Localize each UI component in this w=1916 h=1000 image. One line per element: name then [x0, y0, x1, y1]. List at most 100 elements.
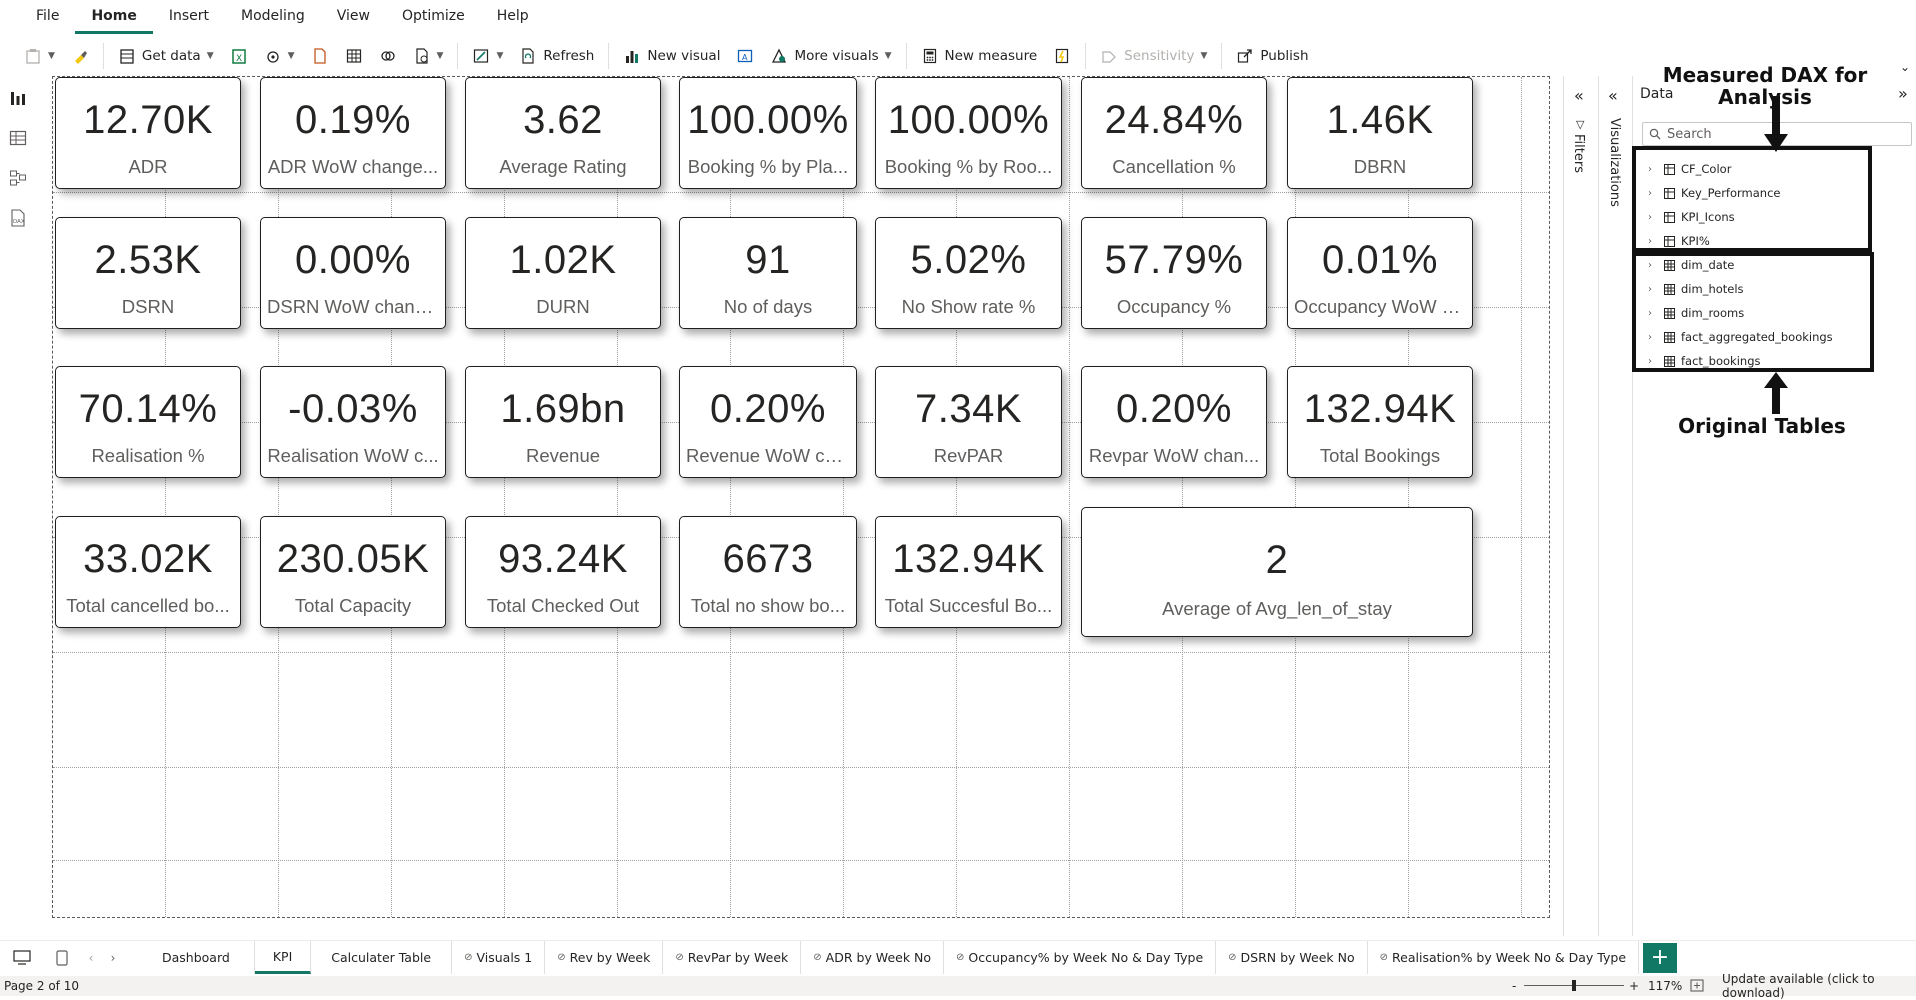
new-visual-button[interactable]: New visual — [615, 41, 728, 71]
card-value: 70.14% — [56, 387, 240, 432]
transform-data-button[interactable]: ▼ — [464, 41, 511, 71]
kpi-card-total-bookings[interactable]: 132.94KTotal Bookings — [1287, 366, 1473, 478]
menu-file[interactable]: File — [20, 0, 75, 34]
prev-page-icon[interactable]: ‹ — [80, 951, 102, 965]
kpi-card-realisation[interactable]: 70.14%Realisation % — [55, 366, 241, 478]
card-label: Total no show bo... — [686, 595, 850, 617]
add-page-button[interactable]: + — [1643, 943, 1677, 973]
tab-visuals-1[interactable]: ⊘Visuals 1 — [452, 941, 545, 974]
more-visuals-button[interactable]: More visuals ▼ — [762, 41, 899, 71]
filter-icon: ▽ — [1576, 118, 1584, 131]
kpi-card-total-no-show[interactable]: 6673Total no show bo... — [679, 516, 857, 628]
menu-help[interactable]: Help — [481, 0, 545, 34]
kpi-card-no-of-days[interactable]: 91No of days — [679, 217, 857, 329]
table-view-button[interactable] — [0, 118, 36, 158]
kpi-card-adr[interactable]: 12.70KADR — [55, 77, 241, 189]
dax-query-view-button[interactable]: DAX — [0, 198, 36, 238]
menu-modeling[interactable]: Modeling — [225, 0, 321, 34]
visualizations-pane[interactable]: « Visualizations — [1602, 80, 1630, 240]
card-value: 100.00% — [680, 98, 856, 143]
onelake-button[interactable]: ▼ — [256, 41, 303, 71]
card-value: 100.00% — [876, 98, 1061, 143]
zoom-in-button[interactable]: + — [1629, 979, 1639, 993]
grid-line — [391, 77, 392, 917]
dataverse-button[interactable] — [371, 41, 405, 71]
kpi-card-avg-len-of-stay[interactable]: 2Average of Avg_len_of_stay — [1081, 507, 1473, 637]
kpi-card-dsrn-wow[interactable]: 0.00%DSRN WoW chang... — [260, 217, 446, 329]
report-view-button[interactable] — [0, 78, 36, 118]
next-page-icon[interactable]: › — [102, 951, 124, 965]
kpi-card-dbrn[interactable]: 1.46KDBRN — [1287, 77, 1473, 189]
kpi-card-revpar[interactable]: 7.34KRevPAR — [875, 366, 1062, 478]
kpi-card-durn[interactable]: 1.02KDURN — [465, 217, 661, 329]
tab-rev-by-week[interactable]: ⊘Rev by Week — [545, 941, 663, 974]
kpi-card-booking-by-room[interactable]: 100.00%Booking % by Roo... — [875, 77, 1062, 189]
kpi-card-occupancy[interactable]: 57.79%Occupancy % — [1081, 217, 1267, 329]
model-view-button[interactable] — [0, 158, 36, 198]
search-placeholder: Search — [1667, 127, 1712, 142]
kpi-card-average-rating[interactable]: 3.62Average Rating — [465, 77, 661, 189]
ribbon-collapse-chevron-icon[interactable]: ⌄ — [1900, 60, 1910, 74]
kpi-card-occupancy-wow[interactable]: 0.01%Occupancy WoW c... — [1287, 217, 1473, 329]
more-visuals-label: More visuals — [794, 48, 878, 64]
tab-dashboard[interactable]: Dashboard — [138, 941, 255, 974]
quick-measure-button[interactable] — [1045, 41, 1079, 71]
tab-dsrn-by-week-no[interactable]: ⊘DSRN by Week No — [1216, 941, 1367, 974]
kpi-card-dsrn[interactable]: 2.53KDSRN — [55, 217, 241, 329]
kpi-card-booking-by-platform[interactable]: 100.00%Booking % by Pla... — [679, 77, 857, 189]
zoom-slider-thumb[interactable] — [1572, 980, 1576, 991]
report-canvas[interactable]: 12.70KADR 0.19%ADR WoW change... 3.62Ave… — [52, 76, 1550, 918]
mobile-layout-button[interactable] — [44, 950, 80, 966]
desktop-layout-button[interactable] — [0, 950, 44, 966]
chevron-down-icon: ▼ — [207, 51, 214, 61]
kpi-card-adr-wow[interactable]: 0.19%ADR WoW change... — [260, 77, 446, 189]
text-box-icon: A — [736, 47, 754, 65]
card-label: Total Capacity — [267, 595, 439, 617]
grid-line — [1182, 77, 1183, 917]
kpi-card-total-cancelled[interactable]: 33.02KTotal cancelled bo... — [55, 516, 241, 628]
kpi-card-revenue-wow[interactable]: 0.20%Revenue WoW ch... — [679, 366, 857, 478]
new-measure-button[interactable]: New measure — [913, 41, 1046, 71]
filters-pane[interactable]: « ▽ Filters — [1566, 80, 1594, 200]
tab-label: Visuals 1 — [476, 950, 532, 965]
sql-button[interactable] — [303, 41, 337, 71]
kpi-card-revpar-wow[interactable]: 0.20%Revpar WoW chan... — [1081, 366, 1267, 478]
text-box-button[interactable]: A — [728, 41, 762, 71]
tab-label: Dashboard — [162, 950, 230, 965]
card-label: Average Rating — [472, 156, 654, 178]
publish-button[interactable]: Publish — [1228, 41, 1316, 71]
paste-button[interactable]: ▼ — [16, 41, 63, 71]
menu-insert[interactable]: Insert — [153, 0, 225, 34]
recent-sources-button[interactable]: ▼ — [405, 41, 452, 71]
kpi-card-realisation-wow[interactable]: -0.03%Realisation WoW c... — [260, 366, 446, 478]
menu-home[interactable]: Home — [75, 0, 152, 34]
collapse-visualizations-icon[interactable]: « — [1608, 86, 1618, 105]
tab-occupancy-by-week[interactable]: ⊘Occupancy% by Week No & Day Type — [944, 941, 1216, 974]
kpi-card-total-capacity[interactable]: 230.05KTotal Capacity — [260, 516, 446, 628]
collapse-data-icon[interactable]: » — [1898, 84, 1908, 103]
enter-data-button[interactable] — [337, 41, 371, 71]
grid-line — [1069, 77, 1070, 917]
menu-optimize[interactable]: Optimize — [386, 0, 481, 34]
sensitivity-button[interactable]: Sensitivity ▼ — [1092, 41, 1215, 71]
fit-to-page-icon[interactable] — [1690, 979, 1704, 992]
get-data-button[interactable]: Get data ▼ — [110, 41, 222, 71]
tab-realisation-by-week[interactable]: ⊘Realisation% by Week No & Day Type — [1368, 941, 1639, 974]
kpi-card-no-show-rate[interactable]: 5.02%No Show rate % — [875, 217, 1062, 329]
excel-button[interactable]: X — [222, 41, 256, 71]
card-label: Average of Avg_len_of_stay — [1088, 598, 1466, 620]
kpi-card-total-successful[interactable]: 132.94KTotal Succesful Bo... — [875, 516, 1062, 628]
kpi-card-cancellation[interactable]: 24.84%Cancellation % — [1081, 77, 1267, 189]
kpi-card-revenue[interactable]: 1.69bnRevenue — [465, 366, 661, 478]
kpi-card-total-checked-out[interactable]: 93.24KTotal Checked Out — [465, 516, 661, 628]
card-value: 12.70K — [56, 98, 240, 143]
format-painter-button[interactable] — [63, 41, 97, 71]
tab-kpi[interactable]: KPI — [255, 941, 311, 974]
collapse-filters-icon[interactable]: « — [1574, 86, 1584, 105]
tab-adr-by-week-no[interactable]: ⊘ADR by Week No — [801, 941, 944, 974]
zoom-out-button[interactable]: - — [1512, 979, 1516, 993]
tab-calculater-table[interactable]: Calculater Table — [311, 941, 452, 974]
tab-revpar-by-week[interactable]: ⊘RevPar by Week — [663, 941, 801, 974]
refresh-button[interactable]: Refresh — [511, 41, 602, 71]
menu-view[interactable]: View — [321, 0, 386, 34]
